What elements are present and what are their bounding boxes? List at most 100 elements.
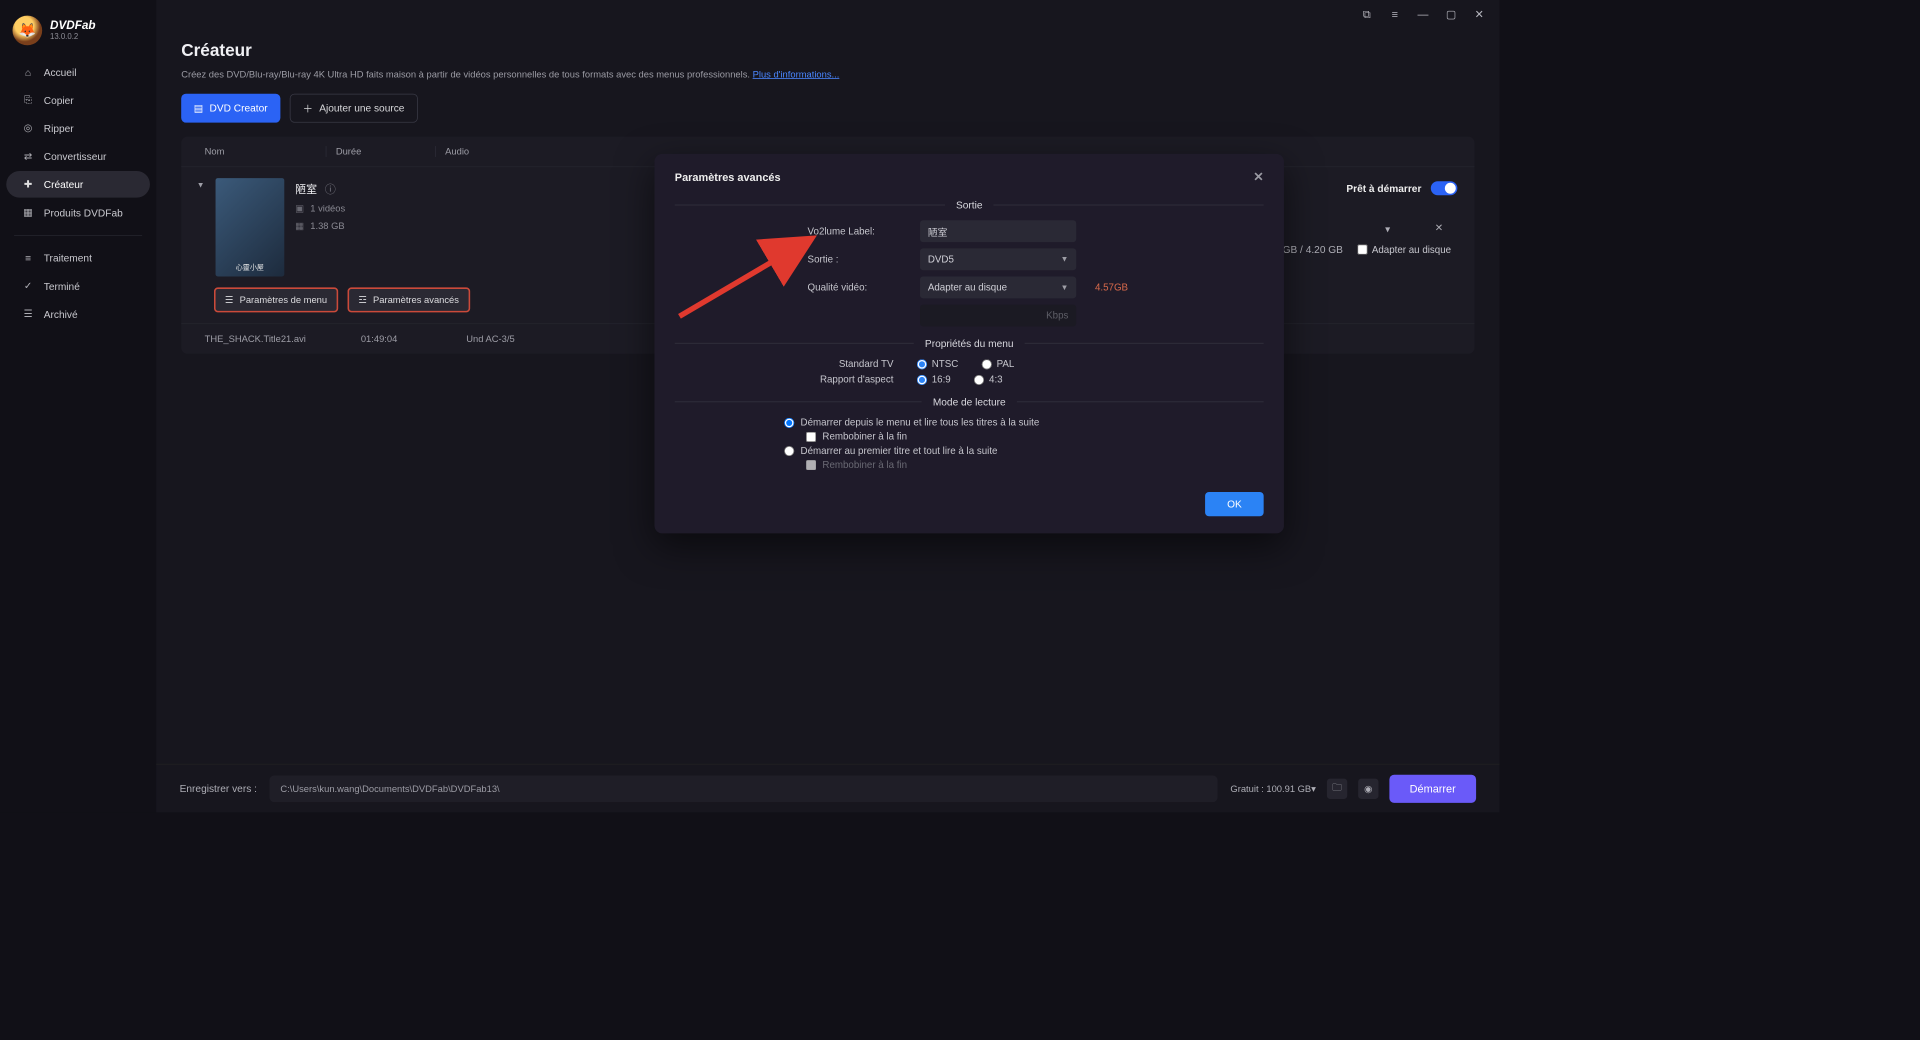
ar-169-radio[interactable]: 16:9 (917, 374, 951, 385)
iso-icon[interactable]: ◉ (1358, 778, 1378, 798)
size-icon: ▦ (295, 220, 304, 231)
ar-43-radio[interactable]: 4:3 (974, 374, 1002, 385)
page-title: Créateur (181, 41, 1474, 61)
plus-icon: ＋ (303, 101, 313, 116)
nav-separator (14, 235, 142, 236)
nav-ripper[interactable]: ◎Ripper (6, 115, 150, 142)
modal-close-icon[interactable]: ✕ (1253, 169, 1263, 185)
file-name: THE_SHACK.Title21.avi (205, 333, 361, 344)
rewind-check-2 (806, 460, 816, 470)
advanced-settings-modal: Paramètres avancés ✕ Sortie Vo2lume Labe… (654, 154, 1283, 534)
app-version: 13.0.0.2 (50, 33, 96, 42)
chevron-down-icon[interactable]: ▾ (1385, 223, 1390, 235)
poster-thumbnail[interactable]: 心靈小屋 (215, 178, 284, 276)
nav-list: ⌂Accueil ⎘Copier ◎Ripper ⇄Convertisseur … (0, 59, 156, 327)
chevron-down-icon: ▼ (1061, 283, 1069, 292)
menu-settings-icon: ☰ (225, 294, 233, 305)
start-button[interactable]: Démarrer (1389, 774, 1476, 802)
modal-title: Paramètres avancés (675, 171, 781, 183)
ready-label: Prêt à démarrer (1346, 182, 1421, 194)
maximize-icon[interactable]: ▢ (1445, 8, 1457, 20)
section-playback: Mode de lecture (675, 396, 1264, 408)
size-ratio: 7 GB / 4.20 GB (1274, 244, 1343, 256)
menu-icon[interactable]: ≡ (1389, 8, 1401, 20)
fit-to-disc-check[interactable]: Adapter au disque (1357, 244, 1451, 255)
section-menu: Propriétés du menu (675, 337, 1264, 349)
volume-label-input[interactable] (920, 220, 1076, 242)
video-quality-select[interactable]: Adapter au disque▼ (920, 276, 1076, 298)
page-description: Créez des DVD/Blu-ray/Blu-ray 4K Ultra H… (181, 69, 1474, 80)
output-size: 4.57GB (1095, 282, 1128, 293)
archive-icon: ☰ (22, 308, 34, 320)
copy-icon: ⎘ (22, 94, 34, 106)
nav-creator[interactable]: ✚Créateur (6, 171, 150, 198)
nav-copy[interactable]: ⎘Copier (6, 87, 150, 114)
creator-icon: ✚ (22, 178, 34, 190)
app-name: DVDFab (50, 20, 96, 33)
progress-icon: ≡ (22, 252, 34, 264)
col-name: Nom (205, 146, 326, 157)
file-duration: 01:49:04 (361, 333, 466, 344)
save-path-input[interactable] (269, 775, 1218, 802)
sidebar: 🦊 DVDFab 13.0.0.2 ⌂Accueil ⎘Copier ◎Ripp… (0, 0, 156, 812)
play-from-menu-radio[interactable] (784, 417, 794, 427)
home-icon: ⌂ (22, 66, 34, 78)
top-buttons: ▤DVD Creator ＋Ajouter une source (181, 94, 1474, 123)
item-size: 1.38 GB (310, 220, 344, 231)
close-icon[interactable]: ✕ (1473, 8, 1485, 20)
tv-standard-label: Standard TV (776, 358, 893, 369)
main-area: ⧉ ≡ — ▢ ✕ Créateur Créez des DVD/Blu-ray… (156, 0, 1499, 812)
play-from-first-label: Démarrer au premier titre et tout lire à… (801, 445, 998, 456)
remove-item-icon[interactable]: ✕ (1435, 222, 1444, 234)
videos-icon: ▣ (295, 203, 304, 214)
logo-icon: 🦊 (12, 16, 42, 46)
section-output: Sortie (675, 199, 1264, 211)
output-label: Sortie : (808, 254, 910, 265)
rewind-label-1: Rembobiner à la fin (822, 431, 907, 442)
pin-icon[interactable]: ⧉ (1361, 8, 1373, 20)
footer: Enregistrer vers : Gratuit : 100.91 GB▾ … (156, 764, 1499, 812)
nav-archived[interactable]: ☰Archivé (6, 301, 150, 328)
titlebar: ⧉ ≡ — ▢ ✕ (156, 0, 1499, 28)
sliders-icon: ☲ (358, 294, 366, 305)
add-source-button[interactable]: ＋Ajouter une source (290, 94, 418, 123)
advanced-settings-button[interactable]: ☲Paramètres avancés (347, 287, 469, 312)
chevron-down-icon[interactable]: ▾ (1311, 783, 1316, 794)
grid-icon: ▦ (22, 206, 34, 218)
ok-button[interactable]: OK (1205, 492, 1263, 516)
nav-converter[interactable]: ⇄Convertisseur (6, 143, 150, 170)
ntsc-radio[interactable]: NTSC (917, 358, 958, 369)
video-quality-label: Qualité vidéo: (808, 282, 910, 293)
videos-count: 1 vidéos (310, 203, 345, 214)
menu-settings-button[interactable]: ☰Paramètres de menu (214, 287, 338, 312)
col-audio: Audio (435, 146, 529, 157)
bitrate-input: Kbps (920, 305, 1076, 327)
nav-products[interactable]: ▦Produits DVDFab (6, 199, 150, 226)
item-right-tools: 7 GB / 4.20 GB Adapter au disque ▾ ✕ (1274, 244, 1451, 256)
app-logo: 🦊 DVDFab 13.0.0.2 (0, 11, 156, 59)
info-icon[interactable]: ⓘ (325, 181, 336, 197)
rewind-label-2: Rembobiner à la fin (822, 459, 907, 470)
done-icon: ✓ (22, 280, 34, 292)
ready-toggle[interactable] (1431, 181, 1458, 195)
more-info-link[interactable]: Plus d'informations... (753, 69, 840, 80)
play-from-first-radio[interactable] (784, 446, 794, 456)
ready-indicator: Prêt à démarrer (1346, 181, 1457, 195)
nav-processing[interactable]: ≡Traitement (6, 245, 150, 271)
save-to-label: Enregistrer vers : (180, 783, 257, 795)
folder-icon[interactable]: 🗀 (1327, 778, 1347, 798)
volume-label-label: Vo2lume Label: (808, 226, 910, 237)
pal-radio[interactable]: PAL (982, 358, 1015, 369)
minimize-icon[interactable]: — (1417, 8, 1429, 20)
expand-caret[interactable]: ▼ (197, 181, 205, 190)
nav-done[interactable]: ✓Terminé (6, 273, 150, 300)
chevron-down-icon: ▼ (1061, 255, 1069, 264)
rewind-check-1[interactable] (806, 432, 816, 442)
dvd-creator-button[interactable]: ▤DVD Creator (181, 94, 280, 123)
nav-home[interactable]: ⌂Accueil (6, 59, 150, 85)
creator-mode-icon: ▤ (194, 102, 204, 114)
output-select[interactable]: DVD5▼ (920, 248, 1076, 270)
aspect-ratio-label: Rapport d'aspect (776, 374, 893, 385)
item-title: 陋室 (295, 181, 317, 197)
free-space: Gratuit : 100.91 GB▾ (1230, 783, 1315, 794)
